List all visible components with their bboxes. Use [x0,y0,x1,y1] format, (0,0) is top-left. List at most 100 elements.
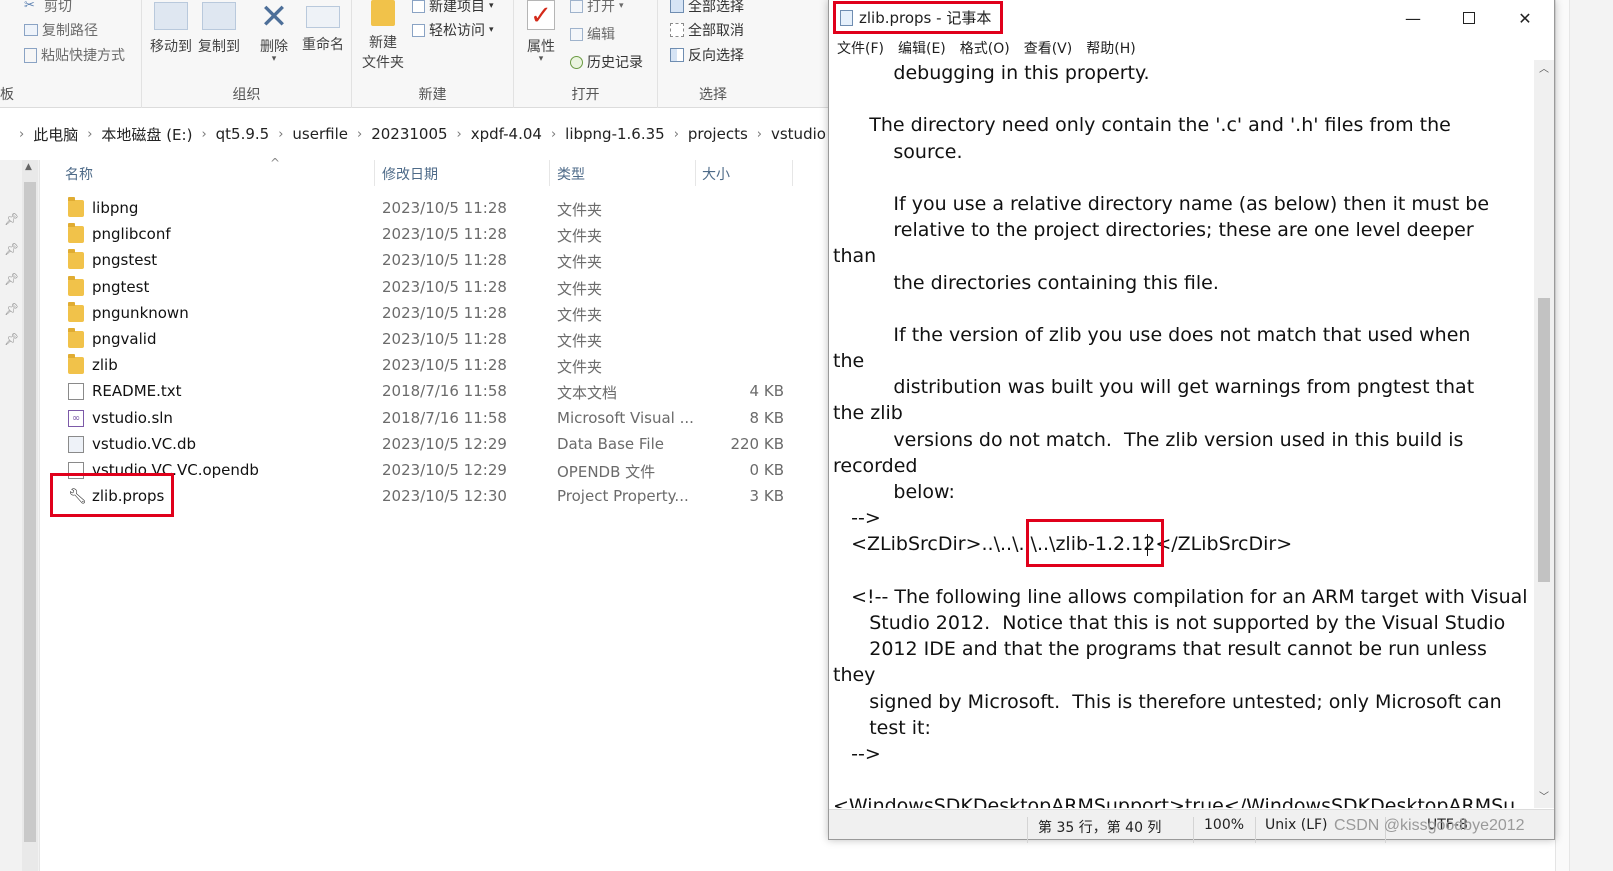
breadcrumb-item[interactable]: 此电脑 [33,124,78,145]
scroll-down-icon[interactable]: ﹀ [1534,788,1554,808]
copy-path-icon [24,24,38,36]
maximize-button[interactable] [1441,0,1497,36]
file-row[interactable]: pngtest 2023/10/5 11:28 文件夹 [62,275,832,301]
text-line: <WindowsSDKDesktopARMSupport>true</Windo… [833,795,1516,808]
breadcrumb-item[interactable]: 20231005 [371,125,447,143]
file-type: OPENDB 文件 [557,463,656,481]
chevron-right-icon[interactable]: › [551,127,556,142]
menu-file[interactable]: 文件(F) [837,38,884,58]
chevron-right-icon[interactable]: › [201,127,206,142]
breadcrumb-item[interactable]: xpdf-4.04 [471,125,542,143]
scroll-up-icon[interactable]: ▲ [25,162,32,172]
navigation-scrollbar[interactable]: ▲ [22,160,38,871]
file-row[interactable]: README.txt 2018/7/16 11:58 文本文档 4 KB [62,379,832,405]
copy-path-button[interactable]: 复制路径 [24,20,98,40]
column-divider[interactable] [695,160,696,186]
column-divider[interactable] [374,160,375,186]
file-type: Microsoft Visual ... [557,408,694,427]
edit-button[interactable]: 编辑 [570,24,615,44]
file-row[interactable]: vstudio.VC.VC.opendb 2023/10/5 12:29 OPEND… [62,458,832,484]
file-row[interactable]: ∞ vstudio.sln 2018/7/16 11:58 Microsoft Vis… [62,406,832,432]
breadcrumb-item[interactable]: vstudio [771,125,826,143]
column-header-size[interactable]: 大小 [702,164,730,186]
column-divider[interactable] [792,160,793,186]
file-row[interactable]: pngvalid 2023/10/5 11:28 文件夹 [62,327,832,353]
history-button[interactable]: 历史记录 [570,52,643,72]
file-type: Data Base File [557,434,664,453]
file-row[interactable]: vstudio.VC.db 2023/10/5 12:29 Data Base Fi… [62,432,832,458]
chevron-right-icon[interactable]: › [278,127,283,142]
text-line: If the version of zlib you use does not … [833,323,1471,346]
select-none-button[interactable]: 全部取消 [670,20,744,40]
chevron-right-icon[interactable]: › [757,127,762,142]
file-row[interactable]: 🔧︎ zlib.props 2023/10/5 12:30 Project Prope… [62,484,832,510]
text-line: debugging in this property. [833,62,1150,84]
rename-button[interactable]: 重命名 [299,2,347,54]
chevron-down-icon: ▾ [489,1,494,11]
breadcrumb-item[interactable]: qt5.9.5 [216,125,270,143]
file-size: 8 KB [749,408,784,427]
chevron-right-icon[interactable]: › [357,127,362,142]
properties-button[interactable]: ✓ 属性 ▾ [520,0,562,64]
pin-icon: 📌︎ [4,302,20,316]
title-bar[interactable]: zlib.props - 记事本 — ✕ [829,0,1554,36]
breadcrumb[interactable]: › 此电脑 › 本地磁盘 (E:) › qt5.9.5 › userfile › 20231005… [0,118,860,150]
chevron-right-icon[interactable]: › [87,127,92,142]
column-header-type[interactable]: 类型 [557,164,585,186]
file-size: 4 KB [749,382,784,401]
text-line: signed by Microsoft. This is therefore u… [833,690,1502,713]
delete-button[interactable]: ✕ 删除 ▾ [254,0,294,64]
new-folder-button[interactable]: 新建 文件夹 [358,0,408,72]
new-item-button[interactable]: 新建项目 ▾ [412,0,494,16]
chevron-right-icon[interactable]: › [19,127,24,142]
copy-to-icon [202,2,236,30]
window-title: zlib.props - 记事本 [833,1,1003,34]
file-name: pngstest [92,251,158,270]
scrollbar-thumb[interactable] [1538,298,1550,582]
chevron-right-icon[interactable]: › [457,127,462,142]
invert-selection-button[interactable]: 反向选择 [670,45,744,65]
menu-bar: 文件(F) 编辑(E) 格式(O) 查看(V) 帮助(H) [829,36,1554,60]
column-header-row: ^ 名称 修改日期 类型 大小 [62,156,832,188]
vertical-scrollbar[interactable]: ︿ ﹀ [1534,60,1554,808]
file-type: 文件夹 [557,227,603,246]
breadcrumb-item[interactable]: userfile [292,125,348,143]
scrollbar-thumb[interactable] [24,182,36,842]
menu-help[interactable]: 帮助(H) [1086,38,1135,58]
minimize-button[interactable]: — [1385,0,1441,36]
file-row[interactable]: libpng 2023/10/5 11:28 文件夹 [62,196,832,222]
menu-view[interactable]: 查看(V) [1024,38,1073,58]
easy-access-button[interactable]: 轻松访问 ▾ [412,20,494,40]
text-editor-area[interactable]: debugging in this property. The director… [833,60,1533,808]
file-type: 文件夹 [557,305,603,324]
text-line [833,767,1533,793]
move-to-button[interactable]: 移动到 [148,2,194,56]
column-divider[interactable] [549,160,550,186]
menu-format[interactable]: 格式(O) [960,38,1010,58]
copy-to-button[interactable]: 复制到 [196,2,242,56]
paste-shortcut-button[interactable]: 粘贴快捷方式 [24,45,125,65]
select-all-button[interactable]: 全部选择 [670,0,744,16]
file-row[interactable]: pngunknown 2023/10/5 11:28 文件夹 [62,301,832,327]
open-button[interactable]: 打开 ▾ [570,0,624,16]
cut-button[interactable]: ✂ 剪切 [24,0,72,16]
column-header-date[interactable]: 修改日期 [382,164,438,186]
menu-edit[interactable]: 编辑(E) [898,38,946,58]
breadcrumb-item[interactable]: 本地磁盘 (E:) [101,124,192,145]
chevron-right-icon[interactable]: › [674,127,679,142]
file-row[interactable]: zlib 2023/10/5 11:28 文件夹 [62,353,832,379]
ribbon-group-label-new: 新建 [418,87,447,103]
file-row[interactable]: pngstest 2023/10/5 11:28 文件夹 [62,248,832,274]
scroll-up-icon[interactable]: ︿ [1534,60,1554,80]
breadcrumb-item[interactable]: projects [688,125,748,143]
column-header-name[interactable]: 名称 [65,164,93,186]
close-button[interactable]: ✕ [1497,0,1553,36]
maximize-icon [1463,12,1475,24]
text-line [833,165,1533,191]
file-row[interactable]: pnglibconf 2023/10/5 11:28 文件夹 [62,222,832,248]
pin-icon: 📌︎ [4,332,20,346]
text-file-icon [68,383,84,401]
file-size: 0 KB [749,461,784,479]
easy-access-icon [412,23,425,37]
breadcrumb-item[interactable]: libpng-1.6.35 [565,125,665,143]
